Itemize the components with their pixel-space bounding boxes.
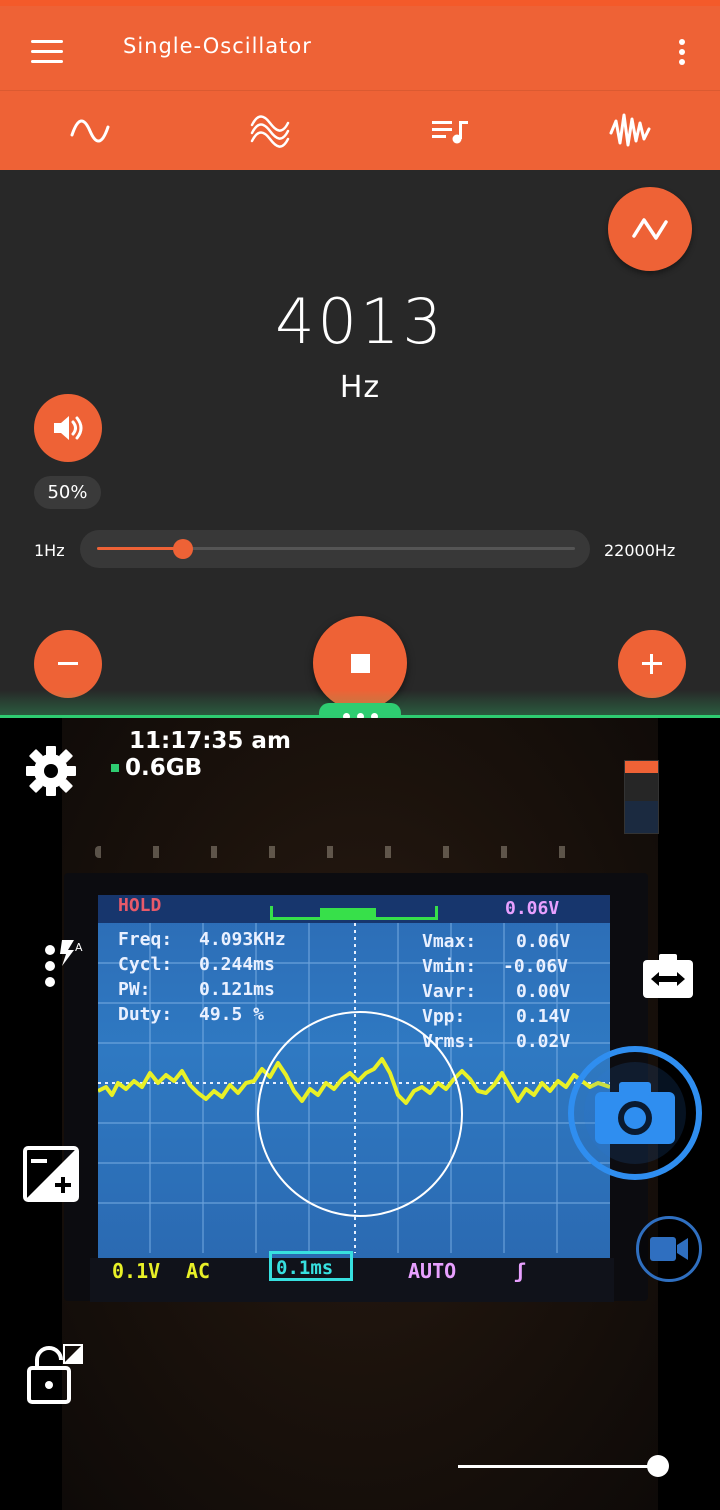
switch-camera-icon[interactable] — [641, 952, 695, 1000]
scope-vpp-value: 0.14V — [516, 1006, 571, 1027]
last-photo-thumbnail[interactable] — [624, 760, 659, 834]
tab-playlist[interactable] — [360, 91, 540, 171]
volume-button[interactable] — [34, 394, 102, 462]
scope-trigger-marker — [320, 908, 376, 917]
scope-vavr-value: 0.00V — [516, 981, 571, 1002]
sine-wave-icon — [70, 119, 110, 143]
hamburger-menu-icon[interactable] — [22, 30, 72, 76]
scope-duty-label: Duty: — [118, 1004, 173, 1025]
scope-vmax-label: Vmax: — [422, 931, 477, 952]
scope-top-right-value: 0.06V — [505, 898, 560, 919]
noise-wave-icon — [609, 113, 651, 147]
camera-icon — [595, 1082, 675, 1144]
memory-indicator: 0.6GB — [111, 755, 202, 781]
scope-cycl-value: 0.244ms — [199, 954, 275, 975]
oscillator-panel: 4013 Hz 50% 1Hz 22000Hz — [0, 170, 720, 715]
record-video-button[interactable] — [636, 1216, 702, 1282]
scope-pw-label: PW: — [118, 979, 151, 1000]
lock-icon[interactable] — [26, 1342, 84, 1406]
camera-timestamp: 11:17:35 am — [129, 728, 291, 754]
volume-percent-badge: 50% — [34, 476, 101, 509]
tab-noise[interactable] — [540, 91, 720, 171]
slider-thumb[interactable] — [173, 539, 194, 559]
playlist-music-icon — [432, 121, 468, 144]
triangle-wave-icon — [632, 218, 668, 240]
scope-hold-label: HOLD — [118, 895, 162, 916]
scope-vpp-label: Vpp: — [422, 1006, 466, 1027]
scope-coupling: AC — [186, 1259, 211, 1283]
video-camera-icon — [650, 1237, 688, 1261]
scope-vmin-label: Vmin: — [422, 956, 477, 977]
scope-vrms-value: 0.02V — [516, 1031, 571, 1052]
scope-vmin-value: -0.06V — [503, 956, 569, 977]
memory-status-dot — [111, 764, 119, 772]
scope-vavr-label: Vavr: — [422, 981, 477, 1002]
slider-min-label: 1Hz — [34, 541, 65, 560]
scope-freq-label: Freq: — [118, 929, 173, 950]
memory-text: 0.6GB — [125, 755, 203, 781]
gear-icon[interactable] — [24, 744, 78, 798]
focus-ring — [257, 1011, 463, 1217]
waveform-select-button[interactable] — [608, 187, 692, 271]
device-bezel-dots — [95, 846, 615, 858]
scope-freq-value: 4.093KHz — [199, 929, 286, 950]
speaker-icon — [54, 416, 83, 440]
app-title: Single-Oscillator — [123, 34, 312, 58]
more-vertical-icon[interactable] — [664, 30, 700, 76]
zoom-slider[interactable] — [458, 1465, 658, 1468]
exposure-icon[interactable] — [22, 1145, 80, 1203]
flash-auto-icon[interactable]: A — [40, 936, 86, 996]
scope-vmax-value: 0.06V — [516, 931, 571, 952]
scope-cycl-label: Cycl: — [118, 954, 173, 975]
scope-trigger-mode: AUTO — [408, 1259, 457, 1283]
tab-bar — [0, 90, 720, 170]
frequency-unit: Hz — [339, 370, 381, 405]
camera-viewfinder[interactable]: HOLD 0.06V Freq: 4.093KHz Cycl: 0.244ms … — [0, 718, 720, 1510]
minus-icon[interactable] — [34, 630, 102, 698]
shutter-button[interactable] — [568, 1046, 702, 1180]
tab-single-oscillator[interactable] — [0, 91, 180, 171]
zoom-slider-thumb[interactable] — [647, 1455, 669, 1477]
multi-wave-icon — [250, 115, 290, 148]
scope-time-div: 0.1ms — [276, 1257, 334, 1279]
scope-pw-value: 0.121ms — [199, 979, 275, 1000]
svg-text:A: A — [75, 941, 83, 954]
plus-icon[interactable] — [618, 630, 686, 698]
scope-duty-value: 49.5 % — [199, 1004, 265, 1025]
tab-multi-oscillator[interactable] — [180, 91, 360, 171]
slider-fill — [97, 547, 184, 550]
scope-trigger-edge-icon: ʃ — [514, 1259, 527, 1283]
slider-max-label: 22000Hz — [604, 541, 676, 560]
scope-volt-div: 0.1V — [112, 1259, 161, 1283]
frequency-value[interactable]: 4013 — [0, 285, 720, 358]
app-bar: Single-Oscillator — [0, 0, 720, 174]
